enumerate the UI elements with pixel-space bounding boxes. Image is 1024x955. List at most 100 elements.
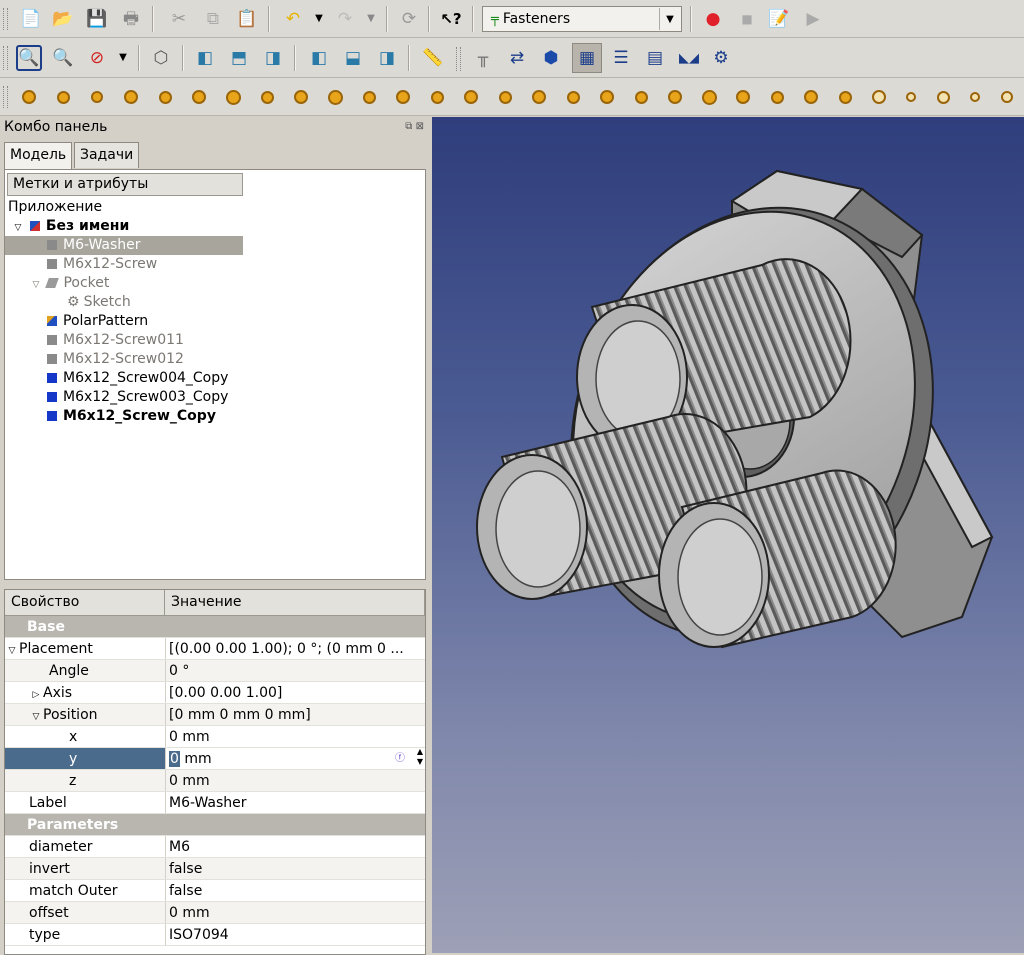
fastener-tool-icon[interactable] [186,84,212,110]
workbench-selector[interactable]: ╤ Fasteners ▼ [482,6,682,32]
fastener-tool-icon[interactable] [16,84,42,110]
save-icon[interactable]: 💾 [84,6,110,32]
collapse-icon[interactable]: ▽ [29,706,43,728]
property-value[interactable]: ISO7094 [165,924,425,945]
tree-item-pocket[interactable]: ▽ Pocket [29,274,110,295]
property-value[interactable]: 0 mm [165,770,425,791]
fastener-tool-icon[interactable] [560,84,586,110]
fastener-tool-icon[interactable] [594,84,620,110]
column-header-value[interactable]: Значение [165,590,425,616]
spinbox-value[interactable]: 0 [169,751,180,767]
toolbar-grip[interactable] [3,46,8,70]
property-placement[interactable]: ▽ Placement [(0.00 0.00 1.00); 0 °; (0 mm… [5,638,425,660]
fastener-tool-icon[interactable] [730,84,756,110]
fastener-tool-icon[interactable] [898,84,924,110]
paste-icon[interactable]: 📋 [234,6,260,32]
fastener-tool-icon[interactable] [866,84,892,110]
fastener-tool-icon[interactable] [526,84,552,110]
toolbar-grip[interactable] [3,86,8,108]
3d-viewport[interactable] [432,117,1024,953]
gear-icon[interactable]: ⚙ [708,45,734,71]
view-front-icon[interactable]: ◧ [192,45,218,71]
collapse-icon[interactable]: ▽ [29,276,43,295]
cut-icon[interactable]: ✂ [166,6,192,32]
fastener-tool-icon[interactable] [84,84,110,110]
fastener-tool-icon[interactable] [390,84,416,110]
fastener-tool-icon[interactable] [152,84,178,110]
fastener-tool-icon[interactable] [662,84,688,110]
fastener-tool-icon[interactable] [118,84,144,110]
toolbar-grip[interactable] [456,47,461,71]
tree-column-header[interactable]: Метки и атрибуты [7,173,243,196]
fit-selection-icon[interactable]: 🔍 [50,45,76,71]
property-label[interactable]: Label M6-Washer [5,792,425,814]
tree-item-m6-washer[interactable]: M6-Washer [5,236,243,255]
new-document-icon[interactable]: 📄 [18,6,44,32]
tab-tasks[interactable]: Задачи [74,142,140,168]
property-offset[interactable]: offset 0 mm [5,902,425,924]
view-bottom-icon[interactable]: ⬓ [340,45,366,71]
whats-this-icon[interactable]: ↖? [438,6,464,32]
tab-model[interactable]: Модель [4,142,73,169]
redo-dropdown-icon[interactable]: ▼ [358,6,384,32]
fastener-tool-icon[interactable] [798,84,824,110]
undo-icon[interactable]: ↶ [280,6,306,32]
expand-icon[interactable]: ▷ [29,684,43,706]
tree-item-sketch[interactable]: ⚙ Sketch [67,293,131,312]
property-value[interactable]: [(0.00 0.00 1.00); 0 °; (0 mm 0 ... [165,638,425,659]
shaft-length-icon[interactable]: ╥ [470,45,496,71]
property-value[interactable]: false [165,880,425,901]
print-icon[interactable]: 🖶 [118,6,144,32]
refresh-icon[interactable]: ⟳ [396,6,422,32]
undo-dropdown-icon[interactable]: ▼ [306,6,332,32]
macro-run-icon[interactable]: ▶ [800,6,826,32]
tree-item-screw004-copy[interactable]: M6x12_Screw004_Copy [47,369,228,388]
property-angle[interactable]: Angle 0 ° [5,660,425,682]
property-axis[interactable]: ▷ Axis [0.00 0.00 1.00] [5,682,425,704]
tree-item-polarpattern[interactable]: PolarPattern [47,312,148,331]
open-icon[interactable]: 📂 [50,6,76,32]
property-z[interactable]: z 0 mm [5,770,425,792]
fastener-tool-icon[interactable] [254,84,280,110]
property-value[interactable]: M6 [165,836,425,857]
view-rear-icon[interactable]: ◧ [306,45,332,71]
tree-document[interactable]: ▽ Без имени [11,217,130,236]
collapse-icon[interactable]: ▽ [5,640,19,662]
fastener-tool-icon[interactable] [424,84,450,110]
calculator-icon[interactable]: ▤ [642,45,668,71]
property-diameter[interactable]: diameter M6 [5,836,425,858]
fastener-tool-icon[interactable] [288,84,314,110]
move-icon[interactable]: ⬢ [538,45,564,71]
fastener-tool-icon[interactable] [492,84,518,110]
property-value[interactable]: 0 mm [165,726,425,747]
fit-all-icon[interactable]: 🔍 [16,45,42,71]
fastener-tool-icon[interactable] [322,84,348,110]
macro-edit-icon[interactable]: 📝 [766,6,792,32]
property-invert[interactable]: invert false [5,858,425,880]
property-value[interactable]: 0 ° [165,660,425,681]
view-isometric-icon[interactable]: ⬡ [148,45,174,71]
macro-record-icon[interactable]: ● [700,6,726,32]
view-top-icon[interactable]: ⬒ [226,45,252,71]
copy-icon[interactable]: ⧉ [200,6,226,32]
fastener-tool-icon[interactable] [628,84,654,110]
property-position[interactable]: ▽ Position [0 mm 0 mm 0 mm] [5,704,425,726]
expression-icon[interactable]: ⓕ [395,748,405,769]
view-left-icon[interactable]: ◨ [374,45,400,71]
property-type[interactable]: type ISO7094 [5,924,425,946]
property-match-outer[interactable]: match Outer false [5,880,425,902]
fastener-tool-icon[interactable] [962,84,988,110]
property-x[interactable]: x 0 mm [5,726,425,748]
panel-splitter[interactable] [4,578,424,586]
tree-item-m6x12-screw[interactable]: M6x12-Screw [47,255,157,274]
property-value[interactable]: [0 mm 0 mm 0 mm] [165,704,425,725]
fastener-tool-icon[interactable] [356,84,382,110]
property-value[interactable]: 0 mm [165,902,425,923]
tree-item-screw-copy[interactable]: M6x12_Screw_Copy [47,407,216,426]
tree-item-m6x12-screw012[interactable]: M6x12-Screw012 [47,350,184,369]
view-right-icon[interactable]: ◨ [260,45,286,71]
fastener-tool-icon[interactable] [832,84,858,110]
match-type-icon[interactable]: ▦ [572,43,602,73]
fastener-tool-icon[interactable] [994,84,1020,110]
redo-icon[interactable]: ↷ [332,6,358,32]
